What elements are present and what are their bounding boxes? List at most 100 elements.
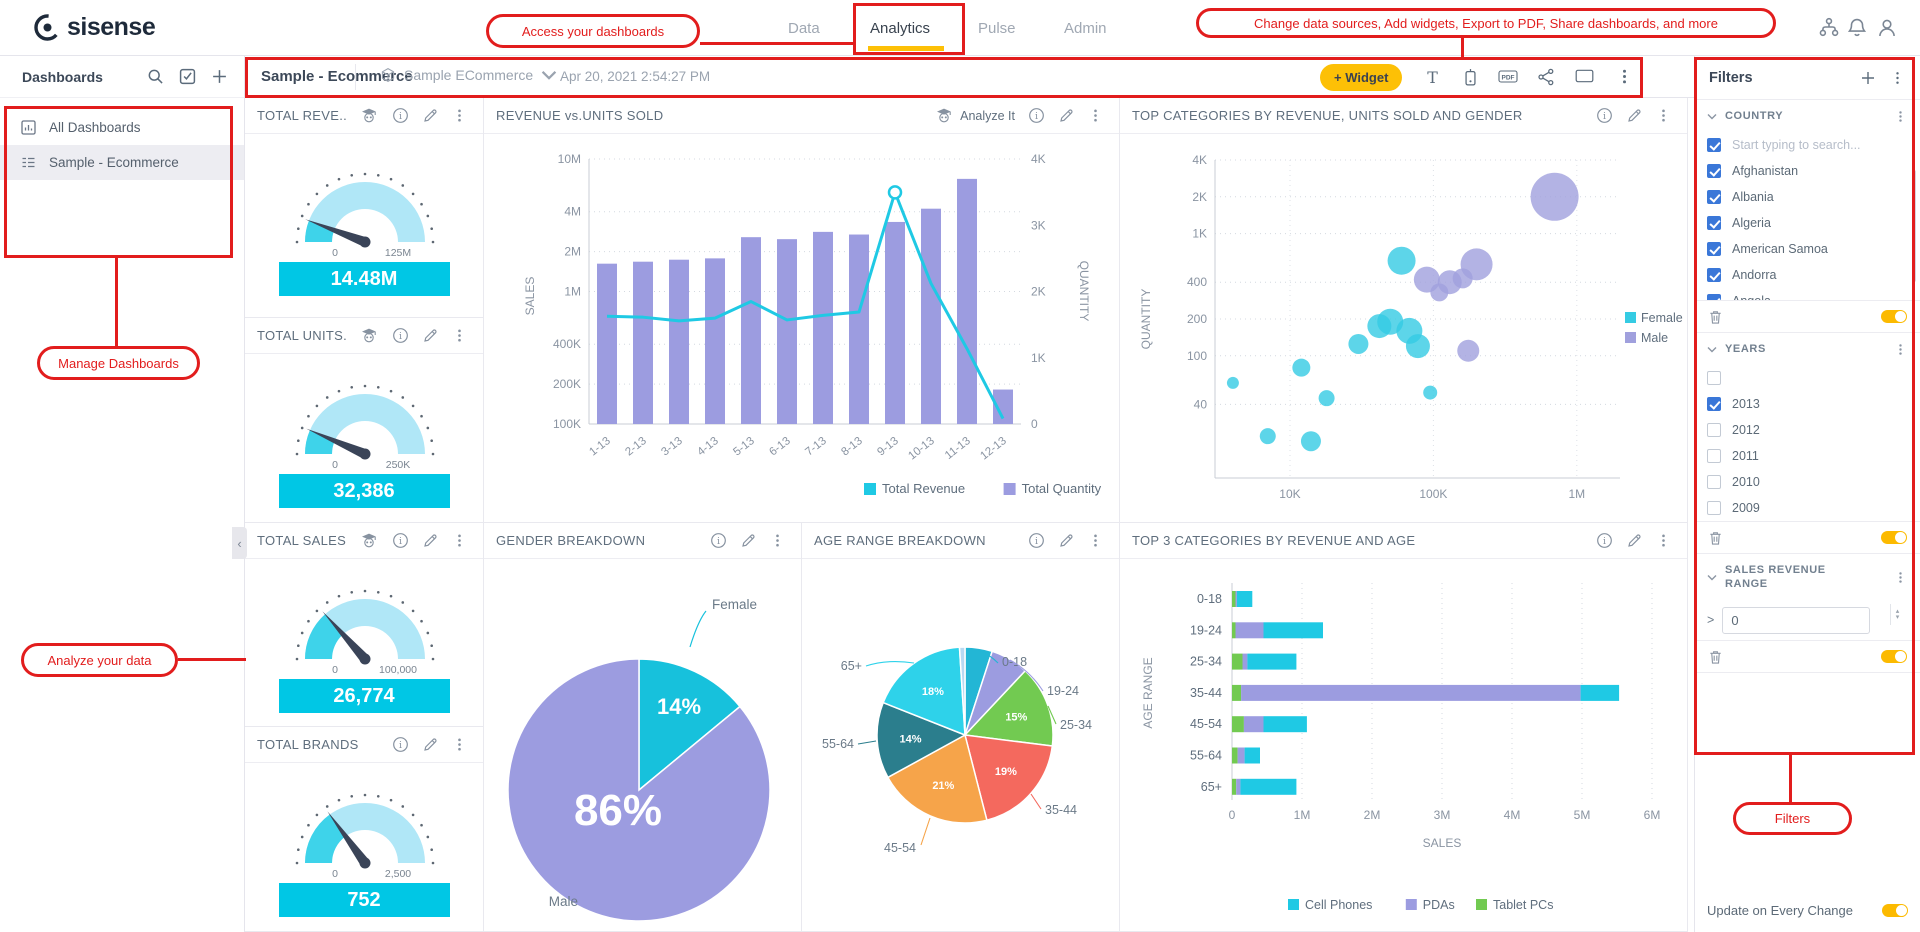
country-item-angola[interactable]: Angola: [1695, 288, 1920, 300]
country-search-row[interactable]: Start typing to search...: [1695, 132, 1920, 158]
checkbox[interactable]: [1707, 190, 1721, 204]
sidebar-collapse-handle[interactable]: ‹: [232, 527, 247, 559]
info-icon[interactable]: i: [1596, 107, 1613, 124]
pencil-icon[interactable]: [422, 327, 439, 344]
trash-icon[interactable]: [1708, 530, 1723, 546]
kebab-icon[interactable]: [770, 532, 787, 549]
pencil-icon[interactable]: [1058, 532, 1075, 549]
kebab-icon[interactable]: [452, 107, 469, 124]
checkbox[interactable]: [1707, 371, 1721, 385]
year-item-2012[interactable]: 2012: [1695, 417, 1920, 443]
pencil-icon[interactable]: [422, 736, 439, 753]
owl-icon[interactable]: [359, 532, 379, 549]
monitor-icon[interactable]: [1575, 68, 1594, 87]
tab-admin[interactable]: Admin: [1064, 0, 1107, 56]
branch-icon[interactable]: [1818, 17, 1840, 39]
checkbox[interactable]: [1707, 268, 1721, 282]
trash-icon[interactable]: [1708, 309, 1723, 325]
pencil-icon[interactable]: [1058, 107, 1075, 124]
range-value-input[interactable]: [1722, 607, 1870, 634]
kebab-icon[interactable]: [452, 736, 469, 753]
user-icon[interactable]: [1876, 17, 1898, 39]
trash-icon[interactable]: [1708, 649, 1723, 665]
range-stepper[interactable]: ▴▾: [1890, 604, 1904, 625]
pencil-icon[interactable]: [422, 532, 439, 549]
update-on-change-toggle[interactable]: [1882, 904, 1908, 917]
datasource-selector[interactable]: Sample ECommerce: [380, 67, 557, 83]
checkbox[interactable]: [1707, 216, 1721, 230]
pdf-icon[interactable]: PDF: [1498, 68, 1517, 87]
checkbox[interactable]: [1707, 242, 1721, 256]
chevron-down-icon[interactable]: [1707, 113, 1717, 120]
pencil-icon[interactable]: [1626, 107, 1643, 124]
info-icon[interactable]: i: [1028, 107, 1045, 124]
range-operator: >: [1707, 613, 1714, 627]
years-select-all-row[interactable]: [1695, 365, 1920, 391]
kebab-icon[interactable]: [1656, 107, 1673, 124]
kebab-icon[interactable]: [1088, 532, 1105, 549]
range-section-toggle[interactable]: [1881, 650, 1907, 663]
owl-icon[interactable]: [359, 107, 379, 124]
pencil-icon[interactable]: [740, 532, 757, 549]
search-icon[interactable]: [147, 68, 164, 85]
info-icon[interactable]: i: [710, 532, 727, 549]
kebab-icon[interactable]: [1088, 107, 1105, 124]
country-list-scrollbar[interactable]: [1912, 170, 1916, 282]
checkbox[interactable]: [1707, 449, 1721, 463]
info-icon[interactable]: i: [1028, 532, 1045, 549]
checkbox[interactable]: [1707, 397, 1721, 411]
pencil-icon[interactable]: [1626, 532, 1643, 549]
tab-pulse[interactable]: Pulse: [978, 0, 1016, 56]
filters-kebab-icon[interactable]: [1890, 70, 1906, 86]
info-icon[interactable]: i: [392, 107, 409, 124]
chevron-down-icon[interactable]: [1707, 574, 1717, 581]
text-icon[interactable]: T: [1423, 68, 1442, 87]
owl-icon[interactable]: [359, 327, 379, 344]
info-icon[interactable]: i: [392, 327, 409, 344]
device-icon[interactable]: [1461, 68, 1480, 87]
country-item-andorra[interactable]: Andorra: [1695, 262, 1920, 288]
tab-data[interactable]: Data: [788, 0, 820, 56]
add-widget-button[interactable]: + Widget: [1320, 64, 1402, 91]
country-section-kebab-icon[interactable]: [1894, 109, 1908, 124]
sidebar-item-sample-ecommerce[interactable]: Sample - Ecommerce: [0, 145, 244, 180]
add-filter-icon[interactable]: [1860, 70, 1876, 86]
year-item-2013[interactable]: 2013: [1695, 391, 1920, 417]
country-section-toggle[interactable]: [1881, 310, 1907, 323]
pencil-icon[interactable]: [422, 107, 439, 124]
bell-icon[interactable]: [1846, 17, 1868, 39]
checkbox[interactable]: [1707, 475, 1721, 489]
checkbox[interactable]: [1707, 294, 1721, 300]
year-item-2009[interactable]: 2009: [1695, 495, 1920, 521]
info-icon[interactable]: i: [1596, 532, 1613, 549]
kebab-icon[interactable]: [1656, 532, 1673, 549]
checkbox[interactable]: [1707, 501, 1721, 515]
info-icon[interactable]: i: [392, 532, 409, 549]
chevron-down-icon[interactable]: [1707, 346, 1717, 353]
range-section-kebab-icon[interactable]: [1894, 570, 1908, 585]
year-item-2010[interactable]: 2010: [1695, 469, 1920, 495]
years-section-kebab-icon[interactable]: [1894, 342, 1908, 357]
checkbox[interactable]: [1707, 138, 1721, 152]
country-item-american-samoa[interactable]: American Samoa: [1695, 236, 1920, 262]
sisense-logo[interactable]: sisense: [34, 13, 155, 42]
kebab-icon[interactable]: [1616, 68, 1635, 87]
country-item-algeria[interactable]: Algeria: [1695, 210, 1920, 236]
kebab-icon[interactable]: [452, 532, 469, 549]
info-icon[interactable]: i: [392, 736, 409, 753]
select-dashboards-icon[interactable]: [179, 68, 196, 85]
tab-analytics[interactable]: Analytics: [870, 0, 930, 56]
year-item-2011[interactable]: 2011: [1695, 443, 1920, 469]
country-item-afghanistan[interactable]: Afghanistan: [1695, 158, 1920, 184]
kebab-icon[interactable]: [452, 327, 469, 344]
share-icon[interactable]: [1537, 68, 1556, 87]
years-section-toggle[interactable]: [1881, 531, 1907, 544]
analyze-it-label[interactable]: Analyze It: [960, 109, 1015, 123]
country-item-albania[interactable]: Albania: [1695, 184, 1920, 210]
checkbox[interactable]: [1707, 164, 1721, 178]
widget-title: TOP 3 CATEGORIES BY REVENUE AND AGE: [1132, 533, 1415, 548]
analyze-it-owl-icon[interactable]: [934, 107, 954, 124]
checkbox[interactable]: [1707, 423, 1721, 437]
new-dashboard-plus-icon[interactable]: [211, 68, 228, 85]
sidebar-item-all-dashboards[interactable]: All Dashboards: [0, 110, 244, 145]
